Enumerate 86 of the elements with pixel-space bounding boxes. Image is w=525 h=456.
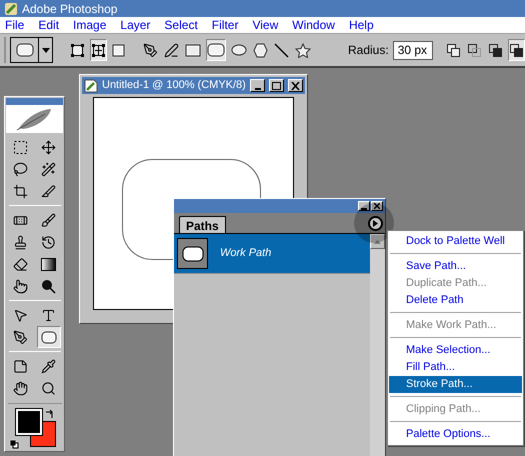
menu-option[interactable]: Dock to Palette Well xyxy=(389,233,522,250)
path-icon xyxy=(91,42,106,58)
menu-item[interactable]: Edit xyxy=(38,16,60,34)
note-icon xyxy=(13,358,28,374)
menu-item[interactable]: Window xyxy=(292,16,335,34)
shape-tool-button[interactable] xyxy=(206,39,226,61)
menu-item[interactable]: Layer xyxy=(120,16,150,34)
rectangle-icon xyxy=(185,44,201,56)
shape-layer-icon xyxy=(70,42,85,58)
toolbox-title-bar xyxy=(6,98,63,105)
document-title: Untitled-1 @ 100% (CMYK/8) xyxy=(102,78,246,94)
history-brush-icon xyxy=(41,234,56,250)
lasso-icon xyxy=(13,162,28,177)
zoom-icon xyxy=(41,380,56,396)
minimize-button[interactable] xyxy=(250,79,265,92)
caret-icon xyxy=(42,48,50,52)
rounded-rectangle-icon xyxy=(16,43,34,57)
menu-item[interactable]: Image xyxy=(73,16,106,34)
hand-icon xyxy=(13,380,28,396)
paths-tab[interactable]: Paths xyxy=(179,216,226,233)
add-shape-area-icon xyxy=(446,42,461,58)
knife-icon xyxy=(41,184,56,199)
close-icon xyxy=(374,203,380,209)
minimize-button[interactable] xyxy=(358,201,370,211)
gradient-icon xyxy=(41,258,56,271)
menu-item[interactable]: Help xyxy=(348,16,374,34)
radius-field[interactable]: 30 px xyxy=(392,40,433,60)
minimize-icon xyxy=(361,208,367,210)
palette-menu-button[interactable] xyxy=(368,216,383,231)
menu-option[interactable]: Fill Path... xyxy=(389,359,522,376)
maximize-button[interactable] xyxy=(269,79,284,92)
menu-item[interactable]: Select xyxy=(164,16,198,34)
magic-wand-icon xyxy=(41,162,56,177)
close-button[interactable] xyxy=(288,79,303,92)
radius-label: Radius: xyxy=(348,42,389,59)
brush-icon xyxy=(41,212,56,228)
type-icon xyxy=(41,308,56,323)
close-icon xyxy=(291,82,300,90)
app-title: Adobe Photoshop xyxy=(22,0,118,18)
menu-option[interactable]: Palette Options... xyxy=(389,426,522,443)
crop-icon xyxy=(13,184,28,199)
rounded-rectangle-icon xyxy=(207,43,225,57)
ellipse-icon xyxy=(231,44,247,56)
menu-item[interactable]: Filter xyxy=(212,16,238,34)
maximize-icon xyxy=(272,82,281,90)
path-name: Work Path xyxy=(220,246,272,262)
close-button[interactable] xyxy=(371,201,383,211)
marquee-icon xyxy=(13,140,28,155)
star-shape-icon xyxy=(295,42,311,58)
freeform-pen-icon xyxy=(164,42,179,58)
polygon-icon xyxy=(253,42,268,58)
finger-icon xyxy=(13,278,28,294)
default-colors-icon[interactable] xyxy=(10,440,18,450)
path-thumbnail xyxy=(177,238,208,269)
arrow-icon xyxy=(13,308,28,323)
dodge-icon xyxy=(41,278,56,294)
play-icon xyxy=(373,220,378,227)
eraser-icon xyxy=(13,256,28,272)
tool-button[interactable] xyxy=(36,326,60,348)
stamp-icon xyxy=(13,234,28,250)
app-icon xyxy=(4,2,18,16)
foreground-color-swatch[interactable] xyxy=(16,409,42,436)
scroll-up-icon[interactable] xyxy=(374,240,381,244)
menu-option[interactable]: Make Selection... xyxy=(389,342,522,359)
intersect-shape-area-icon xyxy=(488,42,503,58)
tool-preset-button[interactable] xyxy=(10,37,53,63)
menu-item[interactable]: View xyxy=(252,16,278,34)
exclude-shape-area-icon xyxy=(508,42,524,58)
pen-icon xyxy=(13,330,28,345)
fill-pixels-icon xyxy=(112,44,125,56)
menu-option[interactable]: Stroke Path... xyxy=(389,376,522,393)
combine-button[interactable] xyxy=(508,39,525,61)
pen-icon xyxy=(143,42,158,58)
eyedropper-icon xyxy=(41,358,56,374)
minimize-icon xyxy=(254,88,260,90)
path-row[interactable]: Work Path xyxy=(174,234,370,274)
menu-option[interactable]: Delete Path xyxy=(389,292,522,309)
swap-colors-icon[interactable] xyxy=(44,409,54,420)
move-icon xyxy=(41,140,56,155)
line-icon xyxy=(274,42,289,58)
menu-option[interactable]: Save Path... xyxy=(389,258,522,275)
subtract-shape-area-icon xyxy=(466,42,482,58)
rounded-rectangle-icon xyxy=(40,330,56,344)
menu-item[interactable]: File xyxy=(5,16,24,34)
document-icon xyxy=(84,78,98,92)
mode-button[interactable] xyxy=(90,39,107,61)
